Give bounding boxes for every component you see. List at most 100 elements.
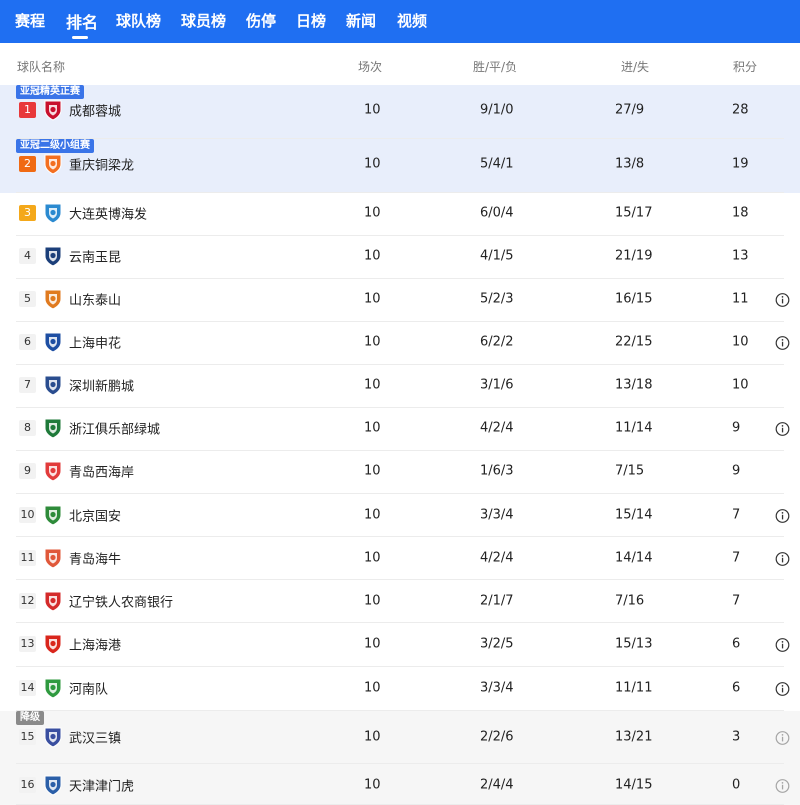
info-icon[interactable] bbox=[775, 552, 790, 567]
tab-news[interactable]: 新闻 bbox=[346, 10, 376, 31]
team-name[interactable]: 浙江俱乐部绿城 bbox=[69, 419, 160, 438]
info-icon[interactable] bbox=[775, 731, 790, 746]
tab-player-stats[interactable]: 球员榜 bbox=[181, 10, 226, 31]
team-name[interactable]: 上海申花 bbox=[69, 333, 121, 352]
table-row[interactable]: 7 深圳新鹏城 10 3/1/6 13/18 10 bbox=[0, 365, 800, 408]
table-row[interactable]: 13 上海海港 10 3/2/5 15/13 6 bbox=[0, 623, 800, 667]
team-name[interactable]: 青岛西海岸 bbox=[69, 462, 134, 481]
table-row[interactable]: 亚冠精英正赛 1 成都蓉城 10 9/1/0 27/9 28 bbox=[0, 85, 800, 139]
points: 3 bbox=[732, 729, 741, 745]
team-name[interactable]: 天津津门虎 bbox=[69, 776, 134, 795]
rank-badge: 5 bbox=[19, 291, 36, 307]
played-count: 10 bbox=[364, 420, 381, 436]
win-draw-loss: 2/1/7 bbox=[480, 593, 514, 609]
points: 7 bbox=[732, 507, 741, 523]
played-count: 10 bbox=[364, 507, 381, 523]
tab-team-stats[interactable]: 球队榜 bbox=[116, 10, 161, 31]
table-row[interactable]: 16 天津津门虎 10 2/4/4 14/15 0 bbox=[0, 764, 800, 805]
win-draw-loss: 5/2/3 bbox=[480, 291, 514, 307]
table-row[interactable]: 3 大连英博海发 10 6/0/4 15/17 18 bbox=[0, 193, 800, 236]
team-name[interactable]: 青岛海牛 bbox=[69, 549, 121, 568]
table-row[interactable]: 14 河南队 10 3/3/4 11/11 6 bbox=[0, 667, 800, 711]
goals-for-against: 22/15 bbox=[615, 334, 653, 350]
table-row[interactable]: 12 辽宁铁人农商银行 10 2/1/7 7/16 7 bbox=[0, 580, 800, 623]
tab-injuries[interactable]: 伤停 bbox=[246, 10, 276, 31]
tab-schedule[interactable]: 赛程 bbox=[15, 10, 45, 31]
team-logo-icon bbox=[42, 331, 64, 353]
table-row[interactable]: 8 浙江俱乐部绿城 10 4/2/4 11/14 9 bbox=[0, 408, 800, 451]
team-logo-icon bbox=[42, 417, 64, 439]
points: 9 bbox=[732, 463, 741, 479]
rank-badge: 10 bbox=[19, 507, 36, 523]
goals-for-against: 15/13 bbox=[615, 636, 653, 652]
tab-video[interactable]: 视频 bbox=[397, 10, 427, 31]
team-name[interactable]: 武汉三镇 bbox=[69, 728, 121, 747]
team-logo-icon bbox=[42, 153, 64, 175]
goals-for-against: 21/19 bbox=[615, 248, 653, 264]
rank-badge: 1 bbox=[19, 102, 36, 118]
info-icon[interactable] bbox=[775, 638, 790, 653]
win-draw-loss: 9/1/0 bbox=[480, 102, 514, 118]
team-logo-icon bbox=[42, 633, 64, 655]
goals-for-against: 11/14 bbox=[615, 420, 653, 436]
points: 7 bbox=[732, 550, 741, 566]
info-icon[interactable] bbox=[775, 509, 790, 524]
rank-badge: 7 bbox=[19, 377, 36, 393]
info-icon[interactable] bbox=[775, 682, 790, 697]
team-name[interactable]: 河南队 bbox=[69, 679, 108, 698]
info-icon[interactable] bbox=[775, 293, 790, 308]
tab-daily[interactable]: 日榜 bbox=[296, 10, 326, 31]
team-name[interactable]: 上海海港 bbox=[69, 635, 121, 654]
rank-badge: 15 bbox=[19, 729, 36, 745]
played-count: 10 bbox=[364, 463, 381, 479]
table-row[interactable]: 亚冠二级小组赛 2 重庆铜梁龙 10 5/4/1 13/8 19 bbox=[0, 139, 800, 193]
table-row[interactable]: 5 山东泰山 10 5/2/3 16/15 11 bbox=[0, 279, 800, 322]
goals-for-against: 16/15 bbox=[615, 291, 653, 307]
team-logo-icon bbox=[42, 726, 64, 748]
table-row[interactable]: 降级 15 武汉三镇 10 2/2/6 13/21 3 bbox=[0, 711, 800, 764]
team-logo-icon bbox=[42, 245, 64, 267]
header-points: 积分 bbox=[733, 60, 758, 74]
goals-for-against: 7/16 bbox=[615, 593, 645, 609]
team-name[interactable]: 大连英博海发 bbox=[69, 204, 147, 223]
goals-for-against: 13/18 bbox=[615, 377, 653, 393]
points: 6 bbox=[732, 636, 741, 652]
points: 18 bbox=[732, 205, 749, 221]
goals-for-against: 13/21 bbox=[615, 729, 653, 745]
team-logo-icon bbox=[42, 99, 64, 121]
goals-for-against: 15/17 bbox=[615, 205, 653, 221]
team-name[interactable]: 山东泰山 bbox=[69, 290, 121, 309]
team-name[interactable]: 重庆铜梁龙 bbox=[69, 155, 134, 174]
played-count: 10 bbox=[364, 334, 381, 350]
info-icon[interactable] bbox=[775, 422, 790, 437]
points: 10 bbox=[732, 377, 749, 393]
played-count: 10 bbox=[364, 680, 381, 696]
team-name[interactable]: 云南玉昆 bbox=[69, 247, 121, 266]
points: 19 bbox=[732, 156, 749, 172]
win-draw-loss: 3/3/4 bbox=[480, 680, 514, 696]
team-logo-icon bbox=[42, 590, 64, 612]
header-played: 场次 bbox=[358, 60, 383, 74]
table-row[interactable]: 6 上海申花 10 6/2/2 22/15 10 bbox=[0, 322, 800, 365]
win-draw-loss: 2/2/6 bbox=[480, 729, 514, 745]
goals-for-against: 27/9 bbox=[615, 102, 645, 118]
team-name[interactable]: 北京国安 bbox=[69, 506, 121, 525]
info-icon[interactable] bbox=[775, 336, 790, 351]
team-name[interactable]: 成都蓉城 bbox=[69, 101, 121, 120]
played-count: 10 bbox=[364, 102, 381, 118]
team-name[interactable]: 辽宁铁人农商银行 bbox=[69, 592, 173, 611]
table-row[interactable]: 4 云南玉昆 10 4/1/5 21/19 13 bbox=[0, 236, 800, 279]
win-draw-loss: 5/4/1 bbox=[480, 156, 514, 172]
table-row[interactable]: 11 青岛海牛 10 4/2/4 14/14 7 bbox=[0, 537, 800, 580]
win-draw-loss: 6/2/2 bbox=[480, 334, 514, 350]
team-name[interactable]: 深圳新鹏城 bbox=[69, 376, 134, 395]
table-row[interactable]: 9 青岛西海岸 10 1/6/3 7/15 9 bbox=[0, 451, 800, 494]
win-draw-loss: 1/6/3 bbox=[480, 463, 514, 479]
team-logo-icon bbox=[42, 374, 64, 396]
info-icon[interactable] bbox=[775, 779, 790, 794]
rank-badge: 8 bbox=[19, 420, 36, 436]
header-wdl: 胜/平/负 bbox=[473, 60, 518, 74]
table-row[interactable]: 10 北京国安 10 3/3/4 15/14 7 bbox=[0, 494, 800, 537]
tab-standings[interactable]: 排名 bbox=[66, 9, 98, 33]
played-count: 10 bbox=[364, 291, 381, 307]
